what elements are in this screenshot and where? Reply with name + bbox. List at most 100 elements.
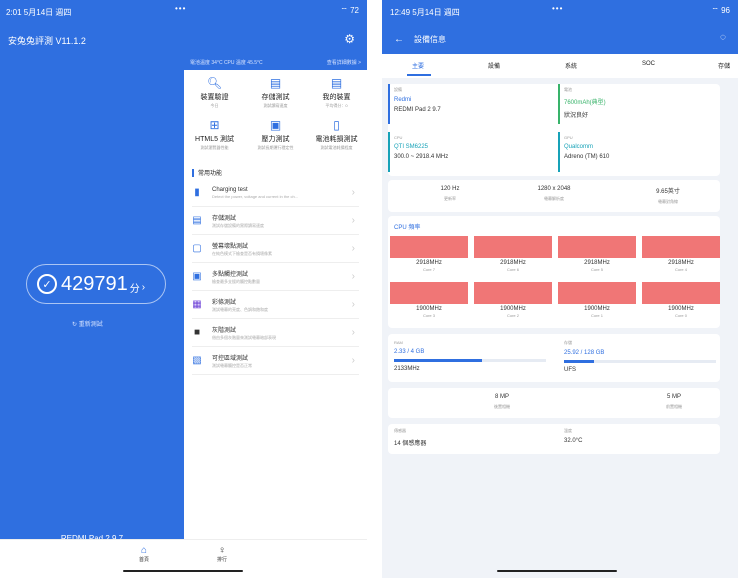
- app-title: 安兔兔評測 V11.1.2: [8, 36, 86, 46]
- device-kv: 設備 Redmi REDMI Pad 2 9.7: [388, 84, 554, 124]
- chevron-right-icon: ›: [351, 299, 355, 310]
- core-label: 2918MHz Core 6: [474, 260, 552, 272]
- kv-key: GPU: [564, 135, 573, 140]
- temperature-text: 電池溫度 34°C CPU 溫度 45.5°C: [190, 59, 263, 66]
- core-label: 2918MHz Core 5: [558, 260, 636, 272]
- core-bar: [642, 236, 720, 258]
- item-sub: 測試存儲設備的實際讀寫速度: [212, 222, 264, 228]
- home-indicator: [497, 570, 617, 572]
- stat-label: 螢幕對角線: [658, 199, 678, 204]
- section-title: 常用功能: [198, 171, 223, 177]
- item-title: 灰階測試: [212, 327, 237, 334]
- section-marker: [192, 168, 194, 177]
- app-bar: 安兔兔評測 V11.1.2 ⚙: [0, 24, 367, 54]
- chevron-right-icon: ›: [351, 187, 355, 198]
- list-item[interactable]: ▢ 螢幕壞點測試 在純色模式下檢查是否有損壞像素 ›: [192, 235, 359, 263]
- tool-sub: 今日: [210, 103, 219, 108]
- ram-value: 2.33 / 4 GB: [394, 349, 425, 355]
- color-bars-icon: ▦: [192, 298, 202, 310]
- item-title: Charging test: [212, 186, 248, 193]
- nav-label: 首頁: [138, 557, 149, 563]
- core-freq: 2918MHz: [668, 260, 694, 266]
- chat-icon[interactable]: ◌: [720, 32, 726, 43]
- cpu-kv: CPU QTI SM6225 300.0 ~ 2918.4 MHz: [388, 132, 554, 172]
- core-freq: 1900MHz: [668, 306, 694, 312]
- tab-system[interactable]: 系統: [565, 61, 577, 70]
- storage-progress: [564, 360, 716, 363]
- tab-device[interactable]: 設備: [488, 61, 500, 70]
- list-item[interactable]: ▧ 可控區域測試 測試螢幕觸控是否正常 ›: [192, 347, 359, 375]
- tool-sub: 測試電池耗損程度: [320, 145, 353, 150]
- quick-tools-grid: 🔍︎ 裝置驗證 今日 ▤ 存儲測試 測試讀寫速度 ▤ 我的裝置 平均得分：0 ⊞…: [184, 70, 367, 160]
- gear-icon[interactable]: ⚙: [344, 32, 355, 46]
- active-tab-indicator: [407, 74, 431, 76]
- status-dots: •••: [552, 4, 564, 13]
- temperature-bar: 電池溫度 34°C CPU 溫度 45.5°C 查看詳細數據 >: [184, 54, 367, 70]
- core-freq: 1900MHz: [500, 306, 526, 312]
- item-title: 螢幕壞點測試: [212, 243, 249, 250]
- list-item[interactable]: ▣ 多點觸控測試 檢查最多支援的觸控點數量 ›: [192, 263, 359, 291]
- rear-camera: 8 MP 後置相機: [462, 394, 542, 410]
- chevron-right-icon: ›: [351, 271, 355, 282]
- back-arrow-icon[interactable]: ←: [394, 34, 404, 45]
- score-button[interactable]: ✓ 429791 分 ›: [26, 264, 166, 304]
- nav-ranking[interactable]: ♀ 排行: [202, 545, 242, 563]
- core-label: 2918MHz Core 7: [390, 260, 468, 272]
- item-sub: 借由多個灰階量來測試螢幕暗部表現: [212, 334, 276, 340]
- core-label: 1900MHz Core 1: [558, 306, 636, 318]
- charging-icon: ▮: [194, 186, 200, 198]
- tool-sub: 測試長期運行穩定性: [257, 145, 294, 150]
- front-camera: 5 MP 前置相機: [634, 394, 714, 410]
- kv-value: 7600mAh(典型): [564, 100, 606, 106]
- nav-label: 排行: [216, 557, 227, 563]
- tool-stress-test[interactable]: ▣ 壓力測試 測試長期運行穩定性: [245, 118, 306, 160]
- nav-home[interactable]: ⌂ 首頁: [124, 545, 164, 563]
- tool-storage-test[interactable]: ▤ 存儲測試 測試讀寫速度: [245, 76, 306, 118]
- tool-title: 電池耗損測試: [315, 136, 358, 143]
- ram-progress-fill: [394, 359, 483, 362]
- tool-my-device[interactable]: ▤ 我的裝置 平均得分：0: [306, 76, 367, 118]
- tool-sub: 平均得分：0: [325, 103, 348, 108]
- stat-label: 更新率: [444, 196, 456, 201]
- item-sub: 測試螢幕觸控是否正常: [212, 362, 252, 368]
- section-header: 常用功能: [184, 160, 367, 179]
- item-title: 存儲測試: [212, 215, 237, 222]
- resolution: 1280 x 2048 螢幕解析度: [514, 186, 594, 202]
- list-item[interactable]: ▦ 彩條測試 測試螢幕的亮度、色調和飽和度 ›: [192, 291, 359, 319]
- antutu-home-screen: 2:01 5月14日 週四 ••• ⌔ 72 安兔兔評測 V11.1.2 ⚙ ✓…: [0, 0, 367, 578]
- stat-value: 5 MP: [666, 394, 681, 400]
- view-details-link[interactable]: 查看詳細數據 >: [327, 59, 361, 66]
- retest-label: 重新測試: [78, 322, 103, 328]
- kv-key: CPU: [394, 135, 403, 140]
- temperature-info: 溫度 32.0°C: [564, 428, 582, 444]
- area-icon: ▧: [192, 354, 202, 366]
- temperature-key: 溫度: [564, 428, 572, 433]
- tab-storage[interactable]: 存儲: [718, 61, 730, 70]
- list-item[interactable]: ▤ 存儲測試 測試存儲設備的實際讀寫速度 ›: [192, 207, 359, 235]
- status-time-date: 12:49 5月14日 週四: [390, 7, 460, 17]
- storage-key: 存儲: [564, 340, 572, 345]
- trophy-icon: ♀: [218, 545, 226, 556]
- item-sub: Detect the power, voltage and current in…: [212, 193, 299, 199]
- core-bar: [390, 236, 468, 258]
- stat-label: 後置相機: [494, 404, 510, 409]
- document-icon: ▤: [269, 76, 282, 90]
- tool-title: 壓力測試: [261, 136, 290, 143]
- html5-icon: ⊞: [209, 118, 220, 132]
- tool-battery-test[interactable]: ▯ 電池耗損測試 測試電池耗損程度: [306, 118, 367, 160]
- status-bar: 12:49 5月14日 週四 ••• ⌔ 96: [382, 0, 738, 24]
- tool-device-verify[interactable]: 🔍︎ 裝置驗證 今日: [184, 76, 245, 118]
- info-card: 設備 Redmi REDMI Pad 2 9.7 電池 7600mAh(典型) …: [388, 84, 720, 176]
- ram-speed: 2133MHz: [394, 366, 420, 372]
- tool-html5-test[interactable]: ⊞ HTML5 測試 測試瀏覽器性能: [184, 118, 245, 160]
- item-sub: 在純色模式下檢查是否有損壞像素: [212, 250, 272, 256]
- tab-main[interactable]: 主要: [412, 61, 424, 70]
- tab-soc[interactable]: SOC: [642, 61, 655, 67]
- camera-card: 8 MP 後置相機 5 MP 前置相機: [388, 388, 720, 418]
- retest-button[interactable]: ↻ 重新測試: [72, 319, 103, 328]
- list-item[interactable]: ■ 灰階測試 借由多個灰階量來測試螢幕暗部表現 ›: [192, 319, 359, 347]
- list-item[interactable]: ▮ Charging test Detect the power, voltage…: [192, 179, 359, 207]
- storage-progress-fill: [564, 360, 595, 363]
- chevron-right-icon: ›: [351, 215, 355, 226]
- ram-info: RAM 2.33 / 4 GB 2133MHz: [394, 340, 546, 372]
